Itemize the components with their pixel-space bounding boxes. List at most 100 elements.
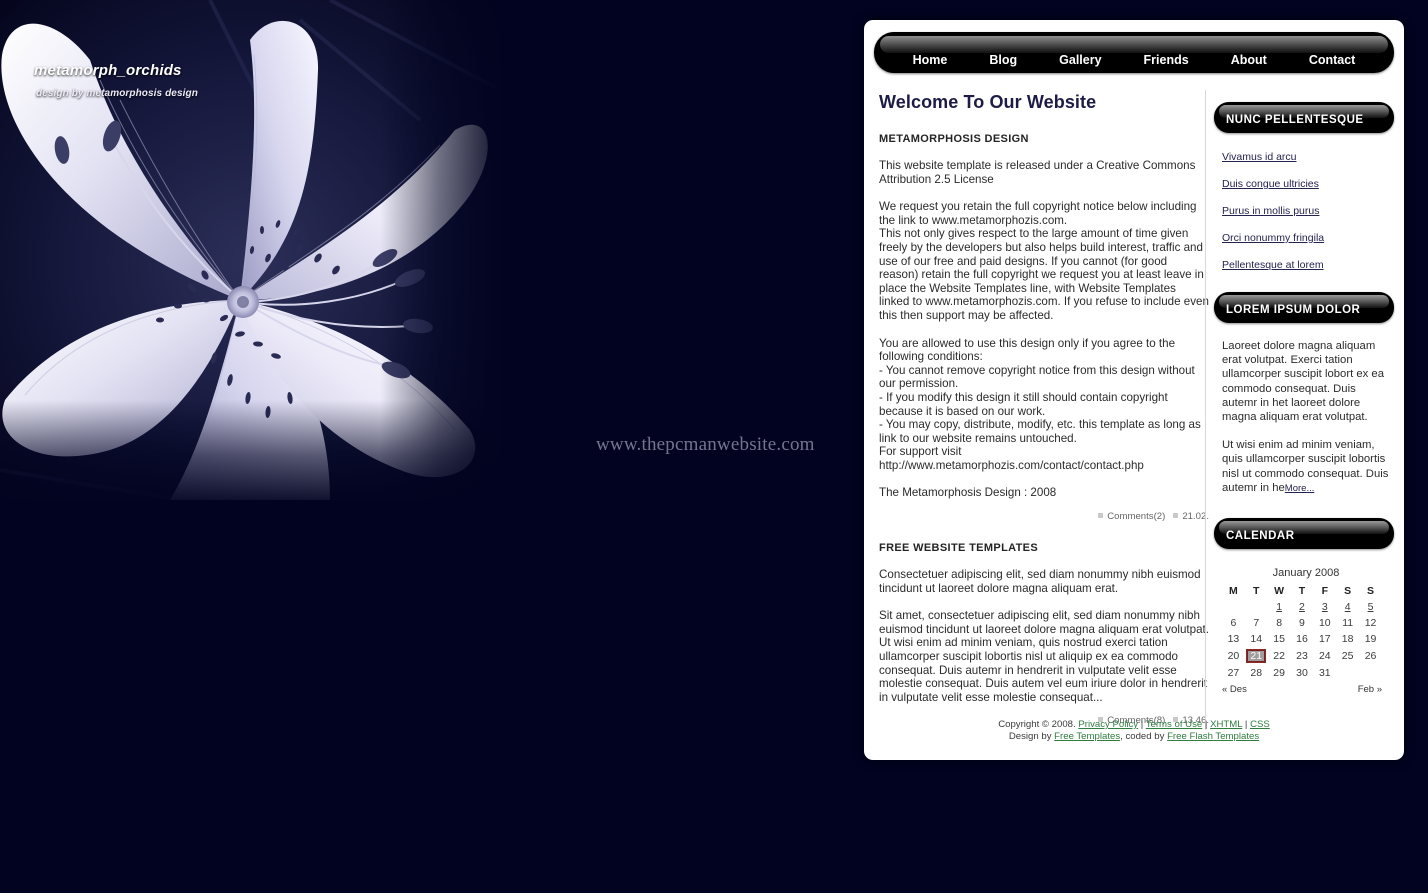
list-item: Purus in mollis purus — [1222, 201, 1394, 219]
calendar-day[interactable]: 11 — [1336, 615, 1359, 631]
free-templates-link[interactable]: Free Templates — [1054, 731, 1120, 742]
calendar-day-today[interactable]: 21 — [1245, 647, 1268, 665]
coded-by-text: , coded by — [1120, 730, 1168, 742]
calendar-day[interactable]: 17 — [1313, 631, 1336, 647]
calendar-day[interactable]: 18 — [1336, 631, 1359, 647]
sidebar-header-calendar: CALENDAR — [1214, 518, 1394, 550]
calendar-day-rows: 1 2 3 4 5 6 7 8 9 10 11 12 13 14 15 16 17 18 19 20 21 22 23 24 2… — [1222, 599, 1382, 681]
calendar-day[interactable]: 2 — [1291, 599, 1314, 615]
terms-of-use-link[interactable]: Terms of Use — [1146, 719, 1203, 730]
calendar-day[interactable]: 31 — [1313, 665, 1336, 681]
list-item: Pellentesque at lorem — [1222, 255, 1394, 273]
page-title: Welcome To Our Website — [879, 92, 1097, 112]
calendar-day[interactable]: 8 — [1268, 615, 1291, 631]
comments-bullet-icon — [1098, 513, 1104, 519]
logo-subtitle: design by metamorphosis design — [36, 88, 198, 99]
calendar-day[interactable]: 4 — [1336, 599, 1359, 615]
post-body: This website template is released under … — [879, 159, 1209, 500]
calendar-day[interactable]: 9 — [1291, 615, 1314, 631]
site-logo[interactable]: metamorph_orchids design by metamorphosi… — [34, 62, 198, 99]
post-meta: Comments(2) 21.02. — [879, 511, 1209, 522]
sidebar-header-label: LOREM IPSUM DOLOR — [1226, 304, 1361, 316]
list-item: Vivamus id arcu — [1222, 147, 1394, 165]
calendar-week-row: 6 7 8 9 10 11 12 — [1222, 615, 1382, 631]
separator: | — [1242, 719, 1251, 730]
xhtml-link[interactable]: XHTML — [1210, 719, 1242, 730]
calendar-day[interactable]: 22 — [1268, 647, 1291, 665]
calendar-day[interactable]: 13 — [1222, 631, 1245, 647]
calendar-day[interactable]: 16 — [1291, 631, 1314, 647]
logo-title: metamorph_orchids — [34, 62, 182, 79]
sidebar-link-purus[interactable]: Purus in mollis purus — [1222, 205, 1319, 217]
calendar-day[interactable]: 27 — [1222, 665, 1245, 681]
calendar-day[interactable]: 23 — [1291, 647, 1314, 665]
nav-item-friends[interactable]: Friends — [1123, 53, 1210, 67]
content-panel: Home Blog Gallery Friends About Contact … — [864, 20, 1404, 760]
calendar-day[interactable]: 28 — [1245, 665, 1268, 681]
calendar-day[interactable]: 24 — [1313, 647, 1336, 665]
sidebar-link-orci[interactable]: Orci nonummy fringila — [1222, 232, 1324, 244]
free-flash-templates-link[interactable]: Free Flash Templates — [1167, 731, 1259, 742]
post-paragraph: The Metamorphosis Design : 2008 — [879, 486, 1057, 500]
calendar-day[interactable]: 20 — [1222, 647, 1245, 665]
list-item: Orci nonummy fringila — [1222, 228, 1394, 246]
watermark-text: www.thepcmanwebsite.com — [596, 434, 815, 455]
sidebar-link-pellentesque[interactable]: Pellentesque at lorem — [1222, 259, 1324, 271]
sidebar-header-label: CALENDAR — [1226, 530, 1295, 543]
post-paragraph: We request you retain the full copyright… — [879, 200, 1209, 322]
calendar-day[interactable]: 3 — [1313, 599, 1336, 615]
calendar-day[interactable]: 30 — [1291, 665, 1314, 681]
nav-item-gallery[interactable]: Gallery — [1038, 53, 1122, 67]
post-paragraph: Consectetuer adipiscing elit, sed diam n… — [879, 568, 1201, 595]
column-divider — [1205, 90, 1206, 730]
calendar-navigation: « Des Feb » — [1222, 684, 1382, 695]
calendar-day-empty — [1222, 599, 1245, 615]
calendar-day-empty — [1245, 599, 1268, 615]
calendar-day[interactable]: 19 — [1359, 631, 1382, 647]
sidebar: NUNC PELLENTESQUE Vivamus id arcu Duis c… — [1214, 82, 1394, 695]
footer-line-copyright: Copyright © 2008. Privacy Policy | Terms… — [864, 719, 1404, 731]
nav-item-contact[interactable]: Contact — [1288, 53, 1377, 67]
calendar-weekday: T — [1253, 585, 1260, 598]
post-paragraph: You are allowed to use this design only … — [879, 336, 1201, 472]
comments-count[interactable]: Comments(2) — [1107, 511, 1165, 522]
calendar-widget: January 2008 MTWTFSS 1 2 3 4 5 6 7 8 9 10 11 12 13 14… — [1222, 567, 1390, 695]
sidebar-link-vivamus[interactable]: Vivamus id arcu — [1222, 151, 1297, 163]
privacy-policy-link[interactable]: Privacy Policy — [1078, 719, 1138, 730]
separator: | — [1202, 719, 1211, 730]
more-link[interactable]: More... — [1285, 483, 1315, 494]
calendar-day[interactable]: 26 — [1359, 647, 1382, 665]
css-link[interactable]: CSS — [1250, 719, 1270, 730]
calendar-prev-month[interactable]: « Des — [1222, 684, 1247, 695]
sidebar-paragraph: Ut wisi enim ad minim veniam, quis ullam… — [1222, 438, 1390, 496]
sidebar-header-lorem-ipsum-dolor: LOREM IPSUM DOLOR — [1214, 292, 1394, 323]
calendar-day[interactable]: 29 — [1268, 665, 1291, 681]
nav-list: Home Blog Gallery Friends About Contact — [874, 32, 1394, 73]
calendar-next-month[interactable]: Feb » — [1358, 684, 1382, 695]
calendar-weekday: T — [1298, 585, 1306, 598]
calendar-day[interactable]: 5 — [1359, 599, 1382, 615]
footer-line-credits: Design by Free Templates, coded by Free … — [864, 731, 1404, 743]
post-paragraph: This website template is released under … — [879, 159, 1196, 186]
calendar-day[interactable]: 6 — [1222, 615, 1245, 631]
calendar-day[interactable]: 1 — [1268, 599, 1291, 615]
post-title: METAMORPHOSIS DESIGN — [879, 133, 1029, 145]
calendar-day[interactable]: 15 — [1268, 631, 1291, 647]
calendar-day[interactable]: 7 — [1245, 615, 1268, 631]
nav-item-about[interactable]: About — [1210, 53, 1288, 67]
calendar-today-value: 21 — [1246, 649, 1267, 664]
nav-item-blog[interactable]: Blog — [968, 53, 1038, 67]
post-title: FREE WEBSITE TEMPLATES — [879, 542, 1039, 555]
calendar-weekday: F — [1321, 585, 1328, 598]
calendar-day[interactable]: 12 — [1359, 615, 1382, 631]
calendar-day[interactable]: 10 — [1313, 615, 1336, 631]
sidebar-link-list: Vivamus id arcu Duis congue ultricies Pu… — [1214, 147, 1394, 273]
calendar-day[interactable]: 14 — [1245, 631, 1268, 647]
calendar-weekday: W — [1274, 585, 1285, 598]
nav-item-home[interactable]: Home — [892, 53, 969, 67]
post-metamorphosis-design: METAMORPHOSIS DESIGN This website templa… — [879, 133, 1209, 522]
columns-wrapper: Welcome To Our Website METAMORPHOSIS DES… — [864, 82, 1404, 732]
calendar-day[interactable]: 25 — [1336, 647, 1359, 665]
sidebar-link-duis[interactable]: Duis congue ultricies — [1222, 178, 1319, 190]
calendar-weekday: S — [1367, 585, 1375, 598]
